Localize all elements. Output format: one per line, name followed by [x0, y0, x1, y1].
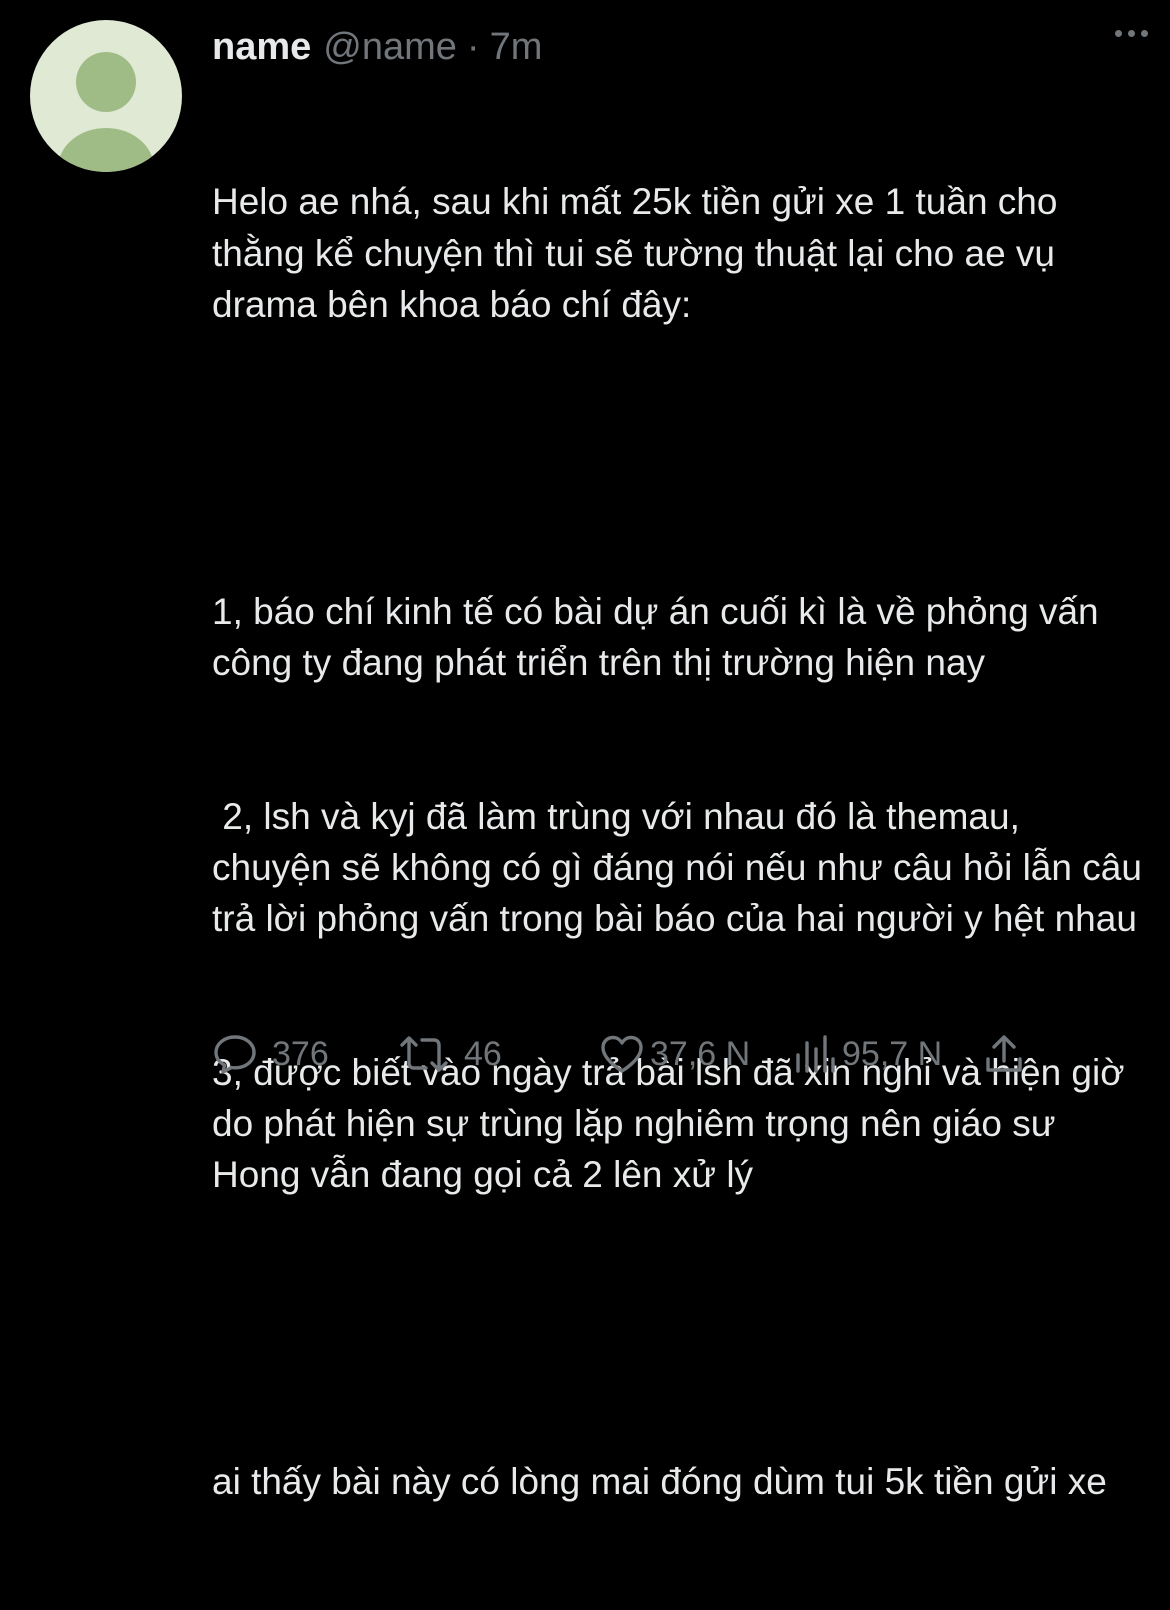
- avatar-shoulders-shape: [58, 128, 154, 172]
- views-button[interactable]: 95,7 N: [792, 1026, 942, 1082]
- views-icon: [796, 1035, 835, 1073]
- tweet-paragraph: ​: [212, 1303, 1147, 1354]
- author-handle[interactable]: @name: [323, 26, 457, 69]
- like-count: 37,6 N: [650, 1034, 751, 1073]
- share-button[interactable]: [982, 1026, 1026, 1082]
- reply-count: 376: [272, 1034, 329, 1073]
- avatar[interactable]: [30, 20, 182, 172]
- action-bar: 376 46 37,6 N 95,7 N: [212, 1026, 1042, 1082]
- tweet-paragraph: 2, lsh và kyj đã làm trùng với nhau đó l…: [212, 795, 1153, 940]
- tweet-text: Helo ae nhá, sau khi mất 25k tiền gửi xe…: [212, 74, 1147, 1610]
- more-dot: [1128, 30, 1135, 37]
- share-icon: [986, 1035, 1022, 1072]
- tweet[interactable]: name @name · 7m Helo ae nhá, sau khi mất…: [0, 0, 1170, 1502]
- heart-icon: [601, 1035, 643, 1073]
- tweet-timestamp[interactable]: 7m: [490, 26, 543, 69]
- reply-button[interactable]: 376: [212, 1026, 329, 1082]
- retweet-button[interactable]: 46: [398, 1026, 502, 1082]
- tweet-header: name @name · 7m: [212, 22, 542, 72]
- reply-icon: [214, 1035, 256, 1074]
- author-display-name[interactable]: name: [212, 26, 311, 69]
- header-separator: ·: [466, 25, 480, 68]
- retweet-icon: [400, 1036, 448, 1072]
- more-dot: [1141, 30, 1148, 37]
- more-dot: [1115, 30, 1122, 37]
- views-count: 95,7 N: [842, 1034, 943, 1073]
- more-options-icon[interactable]: [1115, 30, 1148, 37]
- like-button[interactable]: 37,6 N: [598, 1026, 750, 1082]
- tweet-paragraph: 1, báo chí kinh tế có bài dự án cuối kì …: [212, 591, 1109, 684]
- tweet-paragraph: ​: [212, 432, 1147, 483]
- tweet-paragraph: Helo ae nhá, sau khi mất 25k tiền gửi xe…: [212, 181, 1068, 325]
- retweet-count: 46: [464, 1034, 502, 1073]
- tweet-paragraph: ai thấy bài này có lòng mai đóng dùm tui…: [212, 1461, 1107, 1503]
- avatar-head-shape: [76, 52, 136, 112]
